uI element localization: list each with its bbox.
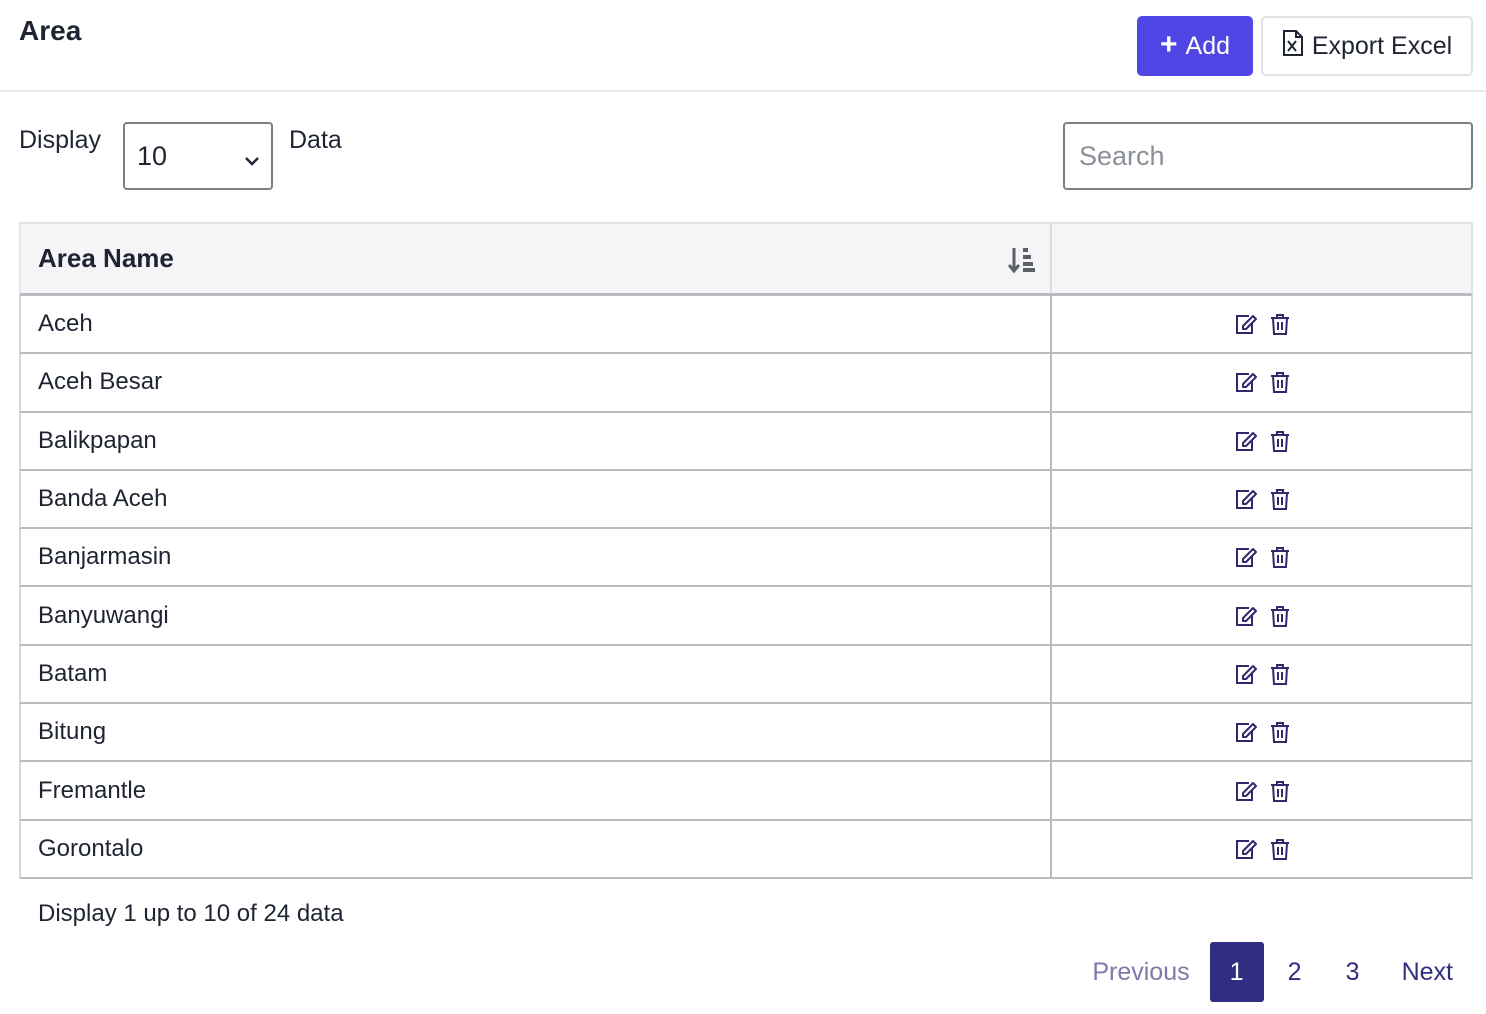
edit-icon[interactable] xyxy=(1234,780,1258,802)
page-size-select[interactable]: 10 xyxy=(123,122,273,190)
trash-icon[interactable] xyxy=(1270,546,1290,569)
table-row: Batam xyxy=(19,645,1473,705)
row-actions xyxy=(1052,587,1471,643)
page-header: Area + Add Export Excel xyxy=(0,0,1486,92)
edit-icon[interactable] xyxy=(1234,371,1258,393)
area-name-cell: Banyuwangi xyxy=(21,587,1052,644)
table-row: Fremantle xyxy=(19,762,1473,821)
table-row: Bitung xyxy=(19,704,1473,763)
row-actions xyxy=(1052,354,1471,410)
row-actions xyxy=(1052,296,1471,352)
trash-icon[interactable] xyxy=(1270,313,1290,336)
trash-icon[interactable] xyxy=(1270,371,1290,394)
area-name-cell: Banjarmasin xyxy=(21,529,1052,586)
table-row: Banjarmasin xyxy=(19,529,1473,588)
table-row: Gorontalo xyxy=(19,820,1473,879)
pagination-page-3[interactable]: 3 xyxy=(1324,942,1382,1002)
export-excel-button[interactable]: Export Excel xyxy=(1261,16,1473,76)
table-row: Banyuwangi xyxy=(19,587,1473,646)
trash-icon[interactable] xyxy=(1270,721,1290,744)
export-excel-label: Export Excel xyxy=(1311,31,1453,60)
pagination-next[interactable]: Next xyxy=(1382,942,1473,1002)
trash-icon[interactable] xyxy=(1270,838,1290,860)
area-name-cell: Aceh Besar xyxy=(21,354,1052,411)
table-header: Area Name xyxy=(19,222,1473,296)
edit-icon[interactable] xyxy=(1234,721,1258,743)
add-button[interactable]: + Add xyxy=(1137,16,1253,76)
plus-icon: + xyxy=(1159,27,1178,61)
table-row: Banda Aceh xyxy=(19,470,1473,530)
area-name-cell: Gorontalo xyxy=(21,820,1052,877)
edit-icon[interactable] xyxy=(1234,546,1258,568)
row-actions xyxy=(1052,471,1471,527)
add-button-label: Add xyxy=(1185,31,1230,60)
chevron-down-icon xyxy=(243,146,261,177)
table-summary: Display 1 up to 10 of 24 data xyxy=(38,900,344,927)
column-header-label: Area Name xyxy=(38,243,174,273)
display-label: Display xyxy=(19,126,101,154)
area-table: Area Name Aceh Aceh Besar Balikpapan Banda … xyxy=(19,222,1473,879)
trash-icon[interactable] xyxy=(1270,780,1290,802)
area-name-cell: Fremantle xyxy=(21,762,1052,819)
table-row: Balikpapan xyxy=(19,412,1473,471)
area-name-cell: Batam xyxy=(21,645,1052,703)
sort-alpha-down-icon[interactable] xyxy=(1007,246,1036,281)
trash-icon[interactable] xyxy=(1270,605,1290,627)
pagination-previous[interactable]: Previous xyxy=(1072,942,1209,1002)
area-name-cell: Aceh xyxy=(21,296,1052,353)
edit-icon[interactable] xyxy=(1234,663,1258,685)
pagination: Previous 1 2 3 Next xyxy=(1072,942,1473,1002)
area-name-cell: Bitung xyxy=(21,704,1052,761)
edit-icon[interactable] xyxy=(1234,430,1258,452)
table-body: Aceh Aceh Besar Balikpapan Banda Aceh Banjar… xyxy=(19,296,1473,879)
data-label: Data xyxy=(289,126,342,154)
page-size-value: 10 xyxy=(137,140,168,171)
page-title: Area xyxy=(19,15,82,46)
table-row: Aceh xyxy=(19,296,1473,355)
trash-icon[interactable] xyxy=(1270,488,1290,511)
row-actions xyxy=(1052,646,1471,702)
row-actions xyxy=(1052,821,1471,877)
row-actions xyxy=(1052,529,1471,585)
edit-icon[interactable] xyxy=(1234,838,1258,860)
edit-icon[interactable] xyxy=(1234,313,1258,335)
trash-icon[interactable] xyxy=(1270,663,1290,685)
row-actions xyxy=(1052,704,1471,760)
edit-icon[interactable] xyxy=(1234,488,1258,510)
column-header-area-name[interactable]: Area Name xyxy=(21,224,1052,293)
row-actions xyxy=(1052,762,1471,818)
trash-icon[interactable] xyxy=(1270,430,1290,452)
excel-file-icon xyxy=(1282,29,1304,63)
search-input[interactable] xyxy=(1063,122,1473,190)
edit-icon[interactable] xyxy=(1234,605,1258,627)
column-header-actions xyxy=(1052,224,1471,293)
pagination-page-2[interactable]: 2 xyxy=(1266,942,1324,1002)
row-actions xyxy=(1052,413,1471,469)
table-row: Aceh Besar xyxy=(19,354,1473,413)
pagination-page-1[interactable]: 1 xyxy=(1209,942,1264,1002)
area-name-cell: Banda Aceh xyxy=(21,470,1052,528)
area-name-cell: Balikpapan xyxy=(21,412,1052,469)
